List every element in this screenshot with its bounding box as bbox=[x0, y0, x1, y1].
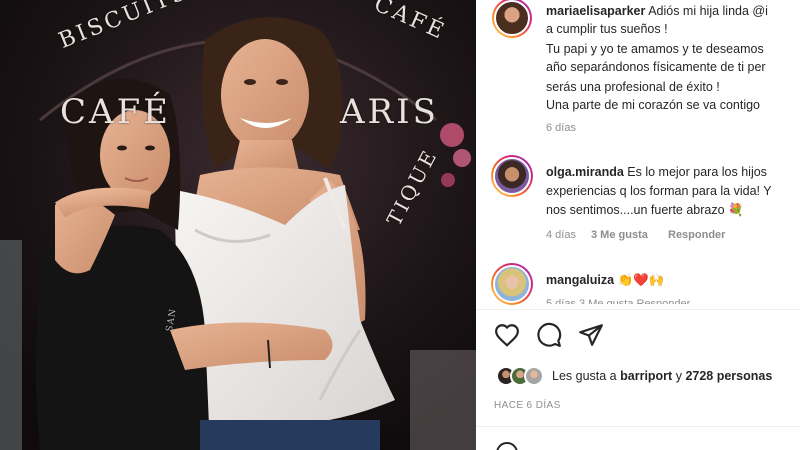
caption-line-3: Tu papi y yo te amamos y te deseamos bbox=[546, 42, 764, 56]
liker-avatar-3[interactable] bbox=[524, 366, 544, 386]
comment-2-username[interactable]: mangaluiza bbox=[546, 273, 614, 287]
caption-text-1: Adiós mi hija linda @i bbox=[648, 4, 768, 18]
emoji-smiley-icon[interactable] bbox=[494, 440, 520, 450]
caption-line-4: año separándonos físicamente de ti per bbox=[546, 60, 766, 74]
divider-comment-box bbox=[476, 426, 800, 427]
comment-2-line-1: mangaluiza 👏❤️🙌 bbox=[546, 272, 664, 288]
comment-2-meta-cut: 5 días 3 Me gusta Responder bbox=[546, 298, 691, 304]
posted-ago[interactable]: HACE 6 DÍAS bbox=[494, 400, 561, 411]
comment-1-line-2: experiencias q los forman para la vida! … bbox=[546, 184, 772, 198]
author-username[interactable]: mariaelisaparker bbox=[546, 4, 645, 18]
divider-actions bbox=[476, 309, 800, 310]
likes-summary: Les gusta a barriport y 2728 personas bbox=[496, 366, 772, 386]
comment-2-text: 👏❤️🙌 bbox=[617, 273, 665, 287]
comment-1-username[interactable]: olga.miranda bbox=[546, 165, 624, 179]
comment-bubble-icon[interactable] bbox=[534, 322, 564, 348]
likes-join: y bbox=[675, 369, 682, 383]
likes-count-link[interactable]: 2728 personas bbox=[685, 369, 772, 383]
share-send-icon[interactable] bbox=[576, 322, 606, 348]
post-actions bbox=[492, 322, 606, 348]
likes-prefix: Les gusta a bbox=[552, 369, 617, 383]
post-photo[interactable]: BISCUITS CAFÉ CAFÉ ARIS TIQUE SAN bbox=[0, 0, 476, 450]
comment-1-reply[interactable]: Responder bbox=[668, 229, 725, 241]
comment-1-text-1: Es lo mejor para los hijos bbox=[627, 165, 767, 179]
sign-cafe-mid: CAFÉ bbox=[60, 92, 171, 132]
commenter-avatar-olga[interactable] bbox=[491, 155, 533, 197]
comment-1-line-1: olga.miranda Es lo mejor para los hijos bbox=[546, 164, 767, 180]
caption-line-2: a cumplir tus sueños ! bbox=[546, 22, 668, 36]
like-heart-icon[interactable] bbox=[492, 322, 522, 348]
caption-line-5: serás una profesional de éxito ! bbox=[546, 80, 720, 94]
comment-1-likes[interactable]: 3 Me gusta bbox=[591, 229, 648, 241]
commenter-avatar-mangaluiza[interactable] bbox=[491, 263, 533, 305]
caption-line-1: mariaelisaparker Adiós mi hija linda @i bbox=[546, 3, 768, 19]
caption-line-6: Una parte de mi corazón se va contigo bbox=[546, 98, 761, 112]
likes-user-link[interactable]: barriport bbox=[620, 369, 672, 383]
comment-1-line-3: nos sentimos....un fuerte abrazo 💐 bbox=[546, 203, 744, 217]
comment-1-time[interactable]: 4 días bbox=[546, 229, 576, 241]
likes-text: Les gusta a barriport y 2728 personas bbox=[552, 369, 772, 383]
caption-time[interactable]: 6 días bbox=[546, 122, 576, 134]
sign-paris: ARIS bbox=[340, 92, 439, 132]
